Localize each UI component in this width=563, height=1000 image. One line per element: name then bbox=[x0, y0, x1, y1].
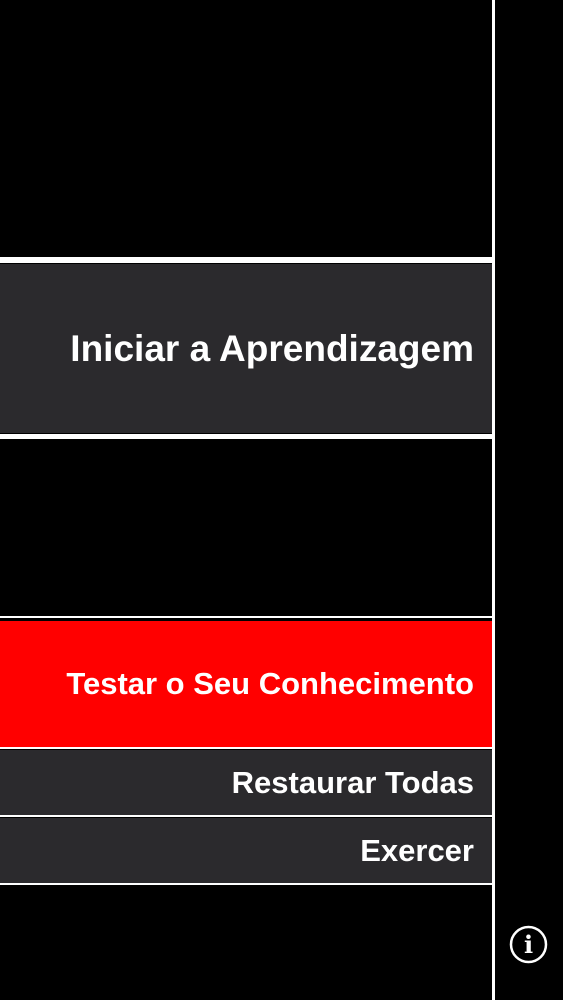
test-knowledge-label: Testar o Seu Conhecimento bbox=[66, 666, 474, 701]
info-glyph: i bbox=[524, 930, 533, 959]
divider-test-reset bbox=[0, 747, 493, 749]
info-button[interactable]: i bbox=[509, 925, 548, 964]
reset-all-label: Restaurar Todas bbox=[231, 764, 474, 800]
divider-bottom-learn bbox=[0, 434, 493, 439]
test-knowledge-button[interactable]: Testar o Seu Conhecimento bbox=[0, 621, 492, 747]
start-learning-label: Iniciar a Aprendizagem bbox=[70, 327, 474, 369]
exercise-label: Exercer bbox=[360, 832, 474, 868]
divider-bottom-exercise bbox=[0, 883, 493, 885]
reset-all-button[interactable]: Restaurar Todas bbox=[0, 750, 492, 815]
exercise-button[interactable]: Exercer bbox=[0, 818, 492, 883]
divider-top-test bbox=[0, 616, 493, 618]
info-icon: i bbox=[509, 925, 548, 964]
divider-top-learn bbox=[0, 257, 493, 263]
app-screen: Iniciar a Aprendizagem Testar o Seu Conh… bbox=[0, 0, 563, 1000]
divider-reset-exercise bbox=[0, 815, 493, 817]
start-learning-button[interactable]: Iniciar a Aprendizagem bbox=[0, 264, 492, 433]
right-divider bbox=[492, 0, 495, 1000]
